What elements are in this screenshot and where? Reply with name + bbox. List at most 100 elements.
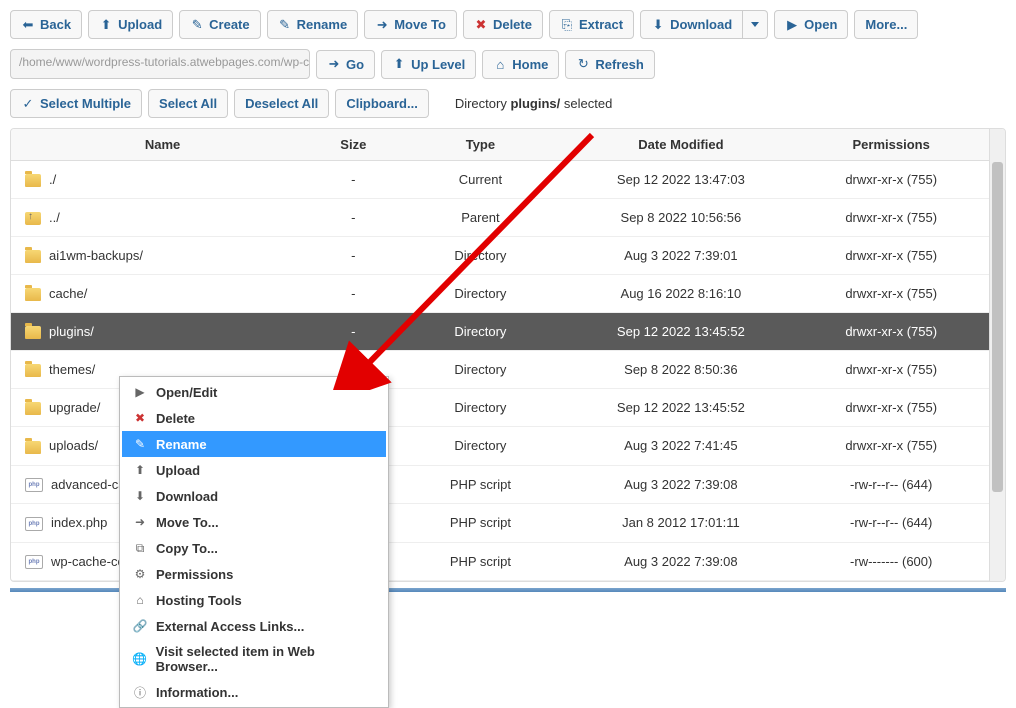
- upload-button[interactable]: ⬆Upload: [88, 10, 173, 39]
- cell-modified: Sep 8 2022 10:56:56: [568, 199, 793, 237]
- file-name: cache/: [49, 286, 87, 301]
- cell-modified: Jan 8 2012 17:01:11: [568, 504, 793, 543]
- selection-bar: ✓Select Multiple Select All Deselect All…: [10, 89, 1006, 118]
- selection-status: Directory plugins/ selected: [455, 96, 613, 111]
- moveto-button[interactable]: ➜Move To: [364, 10, 457, 39]
- col-type[interactable]: Type: [392, 129, 568, 161]
- file-name: themes/: [49, 362, 95, 377]
- cell-name: plugins/: [11, 313, 314, 351]
- col-permissions[interactable]: Permissions: [793, 129, 989, 161]
- download-button[interactable]: ⬇Download: [640, 10, 743, 39]
- file-name: advanced-ca: [51, 477, 125, 492]
- file-name: wp-cache-co: [51, 554, 125, 569]
- file-name: upgrade/: [49, 400, 100, 415]
- table-row[interactable]: ./-CurrentSep 12 2022 13:47:03drwxr-xr-x…: [11, 161, 989, 199]
- context-menu-item[interactable]: ⧉ Copy To...: [122, 535, 386, 561]
- back-button[interactable]: ⬅Back: [10, 10, 82, 39]
- chevron-down-icon: [751, 22, 759, 27]
- cell-modified: Sep 12 2022 13:45:52: [568, 313, 793, 351]
- download-caret-button[interactable]: [743, 10, 768, 39]
- home-button[interactable]: ⌂Home: [482, 50, 559, 79]
- cell-name: cache/: [11, 275, 314, 313]
- context-menu-item[interactable]: ▶ Open/Edit: [122, 379, 386, 405]
- col-name[interactable]: Name: [11, 129, 314, 161]
- menu-item-icon: ⌂: [132, 592, 148, 608]
- main-toolbar: ⬅Back ⬆Upload ✎Create ✎Rename ➜Move To ✖…: [10, 10, 1006, 39]
- context-menu-item[interactable]: ⚙Permissions: [122, 561, 386, 587]
- menu-item-label: Delete: [156, 411, 195, 426]
- table-row[interactable]: plugins/-DirectorySep 12 2022 13:45:52dr…: [11, 313, 989, 351]
- context-menu-item[interactable]: ⓘInformation...: [122, 679, 386, 705]
- menu-item-icon: ⓘ: [132, 684, 148, 700]
- context-menu-item[interactable]: ⬇Download: [122, 483, 386, 509]
- folder-icon: [25, 250, 41, 263]
- select-multiple-button[interactable]: ✓Select Multiple: [10, 89, 142, 118]
- context-menu-item[interactable]: ✎ Rename: [122, 431, 386, 457]
- cell-modified: Sep 12 2022 13:47:03: [568, 161, 793, 199]
- context-menu-item[interactable]: ✖Delete: [122, 405, 386, 431]
- col-size[interactable]: Size: [314, 129, 392, 161]
- clipboard-button[interactable]: Clipboard...: [335, 89, 429, 118]
- uplevel-button[interactable]: ⬆Up Level: [381, 50, 476, 79]
- menu-item-label: Hosting Tools: [156, 593, 242, 608]
- go-arrow-icon: ➜: [327, 57, 341, 71]
- open-button[interactable]: ▶Open: [774, 10, 848, 39]
- folder-icon: [25, 174, 41, 187]
- refresh-button[interactable]: ↻Refresh: [565, 50, 654, 79]
- vertical-scrollbar[interactable]: [989, 129, 1005, 581]
- cell-modified: Aug 3 2022 7:39:01: [568, 237, 793, 275]
- context-menu-item[interactable]: ⬆Upload: [122, 457, 386, 483]
- context-menu-item[interactable]: 🌐Visit selected item in Web Browser...: [122, 639, 386, 679]
- path-input[interactable]: /home/www/wordpress-tutorials.atwebpages…: [10, 49, 310, 79]
- file-name: plugins/: [49, 324, 94, 339]
- folder-icon: [25, 441, 41, 454]
- table-row[interactable]: cache/-DirectoryAug 16 2022 8:16:10drwxr…: [11, 275, 989, 313]
- deselect-all-button[interactable]: Deselect All: [234, 89, 329, 118]
- cell-modified: Sep 12 2022 13:45:52: [568, 389, 793, 427]
- folder-up-icon: [25, 212, 41, 225]
- menu-item-label: Download: [156, 489, 218, 504]
- scroll-thumb[interactable]: [992, 162, 1003, 492]
- cell-type: Directory: [392, 427, 568, 465]
- table-row[interactable]: ../-ParentSep 8 2022 10:56:56drwxr-xr-x …: [11, 199, 989, 237]
- file-name: ./: [49, 172, 56, 187]
- context-menu-item[interactable]: ⌂ Hosting Tools: [122, 587, 386, 613]
- cell-permissions: drwxr-xr-x (755): [793, 237, 989, 275]
- menu-item-label: Open/Edit: [156, 385, 217, 400]
- cell-modified: Aug 3 2022 7:39:08: [568, 465, 793, 504]
- cell-size: -: [314, 313, 392, 351]
- file-name: ../: [49, 210, 60, 225]
- php-file-icon: [25, 555, 43, 569]
- menu-item-label: Rename: [156, 437, 207, 452]
- file-name: ai1wm-backups/: [49, 248, 143, 263]
- extract-button[interactable]: ⎘Extract: [549, 10, 634, 39]
- upload-icon: ⬆: [99, 18, 113, 32]
- col-modified[interactable]: Date Modified: [568, 129, 793, 161]
- context-menu-item[interactable]: 🔗External Access Links...: [122, 613, 386, 639]
- folder-icon: [25, 326, 41, 339]
- cell-type: PHP script: [392, 504, 568, 543]
- rename-button[interactable]: ✎Rename: [267, 10, 359, 39]
- context-menu-item[interactable]: ➜Move To...: [122, 509, 386, 535]
- menu-item-icon: ▶: [132, 384, 148, 400]
- cell-permissions: drwxr-xr-x (755): [793, 161, 989, 199]
- create-button[interactable]: ✎Create: [179, 10, 260, 39]
- select-all-button[interactable]: Select All: [148, 89, 228, 118]
- check-icon: ✓: [21, 97, 35, 111]
- folder-icon: [25, 364, 41, 377]
- menu-item-label: Upload: [156, 463, 200, 478]
- menu-item-icon: ✎: [132, 436, 148, 452]
- cell-modified: Aug 16 2022 8:16:10: [568, 275, 793, 313]
- menu-item-icon: ⧉: [132, 540, 148, 556]
- menu-item-label: Copy To...: [156, 541, 218, 556]
- open-icon: ▶: [785, 18, 799, 32]
- go-button[interactable]: ➜Go: [316, 50, 375, 79]
- php-file-icon: [25, 478, 43, 492]
- path-bar: /home/www/wordpress-tutorials.atwebpages…: [10, 49, 1006, 79]
- more-button[interactable]: More...: [854, 10, 918, 39]
- delete-button[interactable]: ✖Delete: [463, 10, 543, 39]
- menu-item-label: External Access Links...: [156, 619, 304, 634]
- cell-permissions: drwxr-xr-x (755): [793, 199, 989, 237]
- table-header-row: Name Size Type Date Modified Permissions: [11, 129, 989, 161]
- table-row[interactable]: ai1wm-backups/-DirectoryAug 3 2022 7:39:…: [11, 237, 989, 275]
